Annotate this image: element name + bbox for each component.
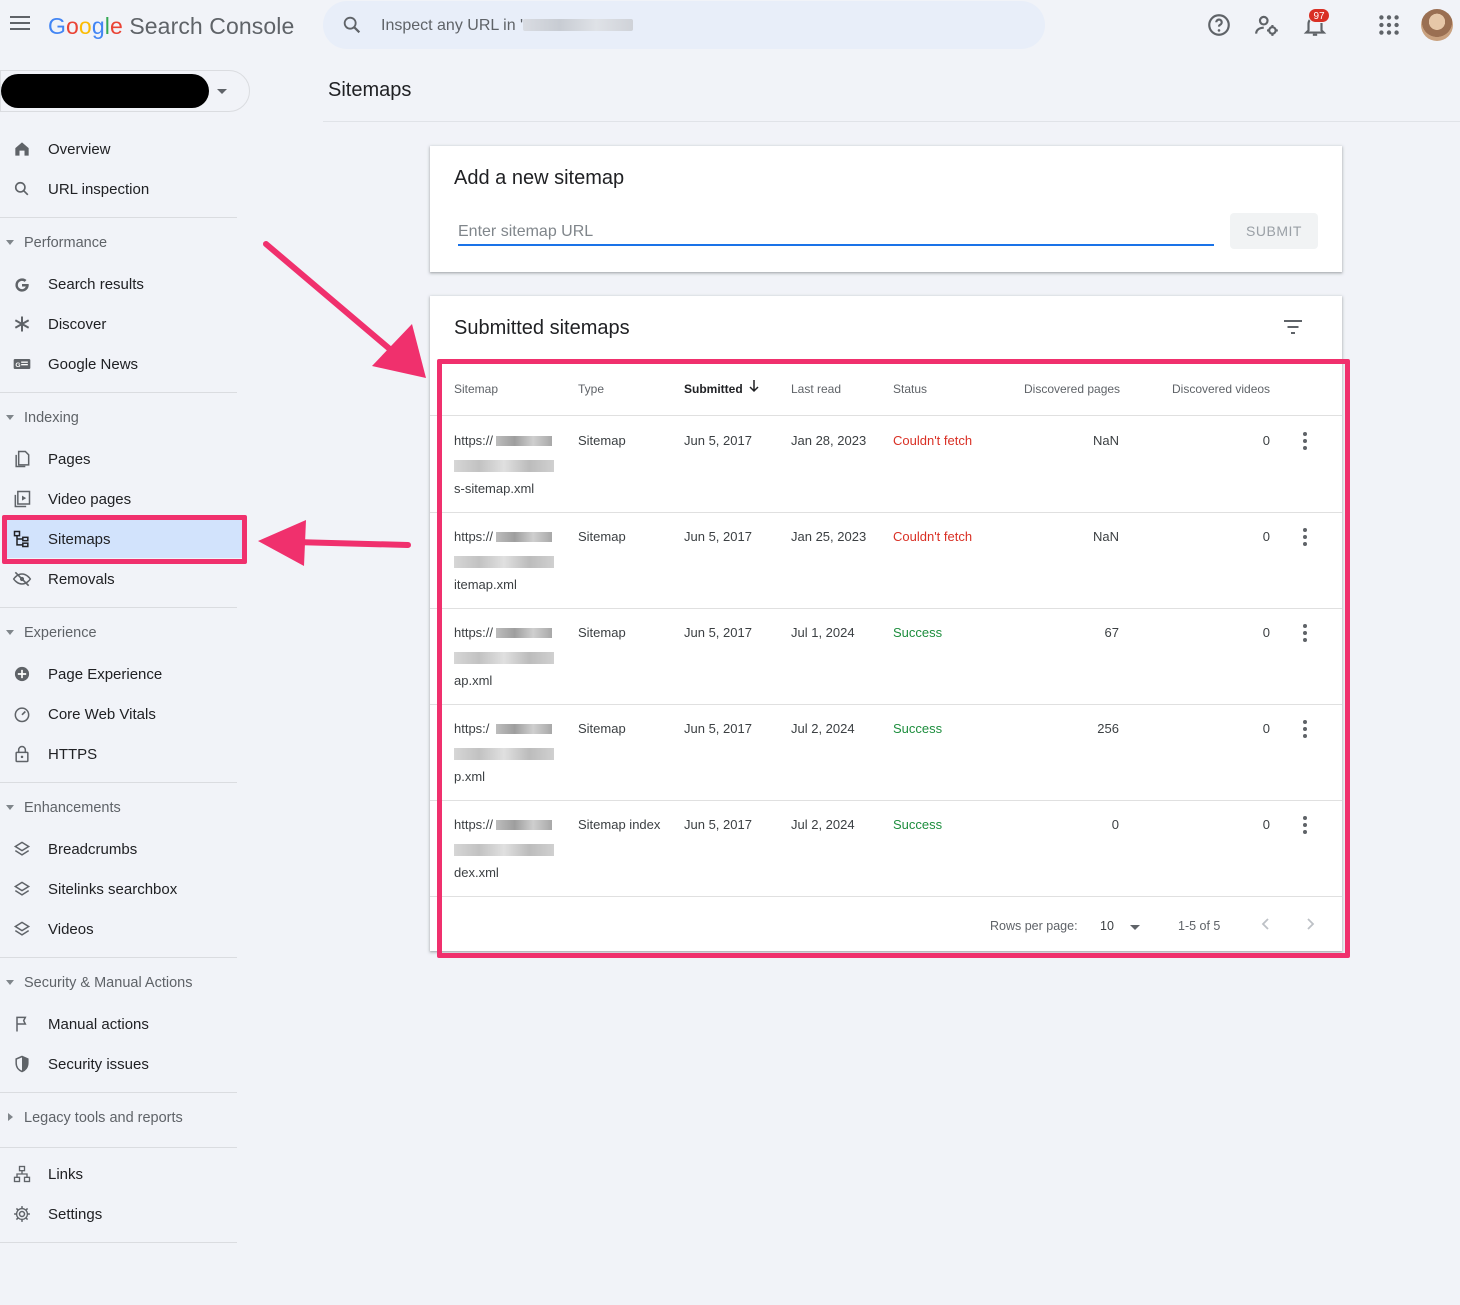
layers-icon [13,881,31,896]
video-page-icon [14,490,31,508]
gear-icon [14,1206,30,1222]
network-icon [13,1165,31,1183]
add-sitemap-title: Add a new sitemap [454,167,625,189]
nav-item-google-news[interactable]: G Google News [0,344,240,384]
section-legacy-tools[interactable]: Legacy tools and reports [0,1104,240,1134]
user-settings-icon[interactable] [1254,12,1280,38]
nav-item-manual-actions[interactable]: Manual actions [0,1004,240,1044]
layers-icon [13,841,31,856]
svg-text:G: G [15,362,20,369]
eye-off-icon [12,571,32,587]
home-icon [15,142,29,156]
divider [0,392,237,393]
page-title: Sitemaps [328,79,412,101]
section-experience[interactable]: Experience [0,619,240,649]
divider [0,607,237,608]
annotation-arrow-to-sitemaps [258,520,411,566]
search-console-logo[interactable]: Google Search Console [48,13,294,40]
divider [0,1092,237,1093]
annotation-highlight-table [437,359,1350,958]
submitted-sitemaps-title: Submitted sitemaps [454,317,630,339]
google-g-icon [15,278,29,292]
sitemap-url-input[interactable] [458,220,1214,246]
divider [0,782,237,783]
chevron-down-icon [6,805,14,810]
section-indexing[interactable]: Indexing [0,404,240,434]
nav-item-settings[interactable]: Settings [0,1194,240,1234]
chevron-down-icon [6,980,14,985]
redacted-property-name [523,19,633,31]
search-placeholder: Inspect any URL in ' [381,17,524,34]
flag-icon [16,1016,27,1032]
nav-item-removals[interactable]: Removals [0,559,240,599]
nav-item-url-inspection[interactable]: URL inspection [0,169,240,209]
submit-button[interactable]: SUBMIT [1230,213,1318,249]
nav-item-discover[interactable]: Discover [0,304,240,344]
news-icon: G [13,359,31,369]
hamburger-menu-icon[interactable] [8,12,32,36]
nav-item-pages[interactable]: Pages [0,439,240,479]
section-performance[interactable]: Performance [0,229,240,259]
nav-item-https[interactable]: HTTPS [0,734,240,774]
nav-item-breadcrumbs[interactable]: Breadcrumbs [0,829,240,869]
apps-grid-icon[interactable] [1376,12,1402,38]
chevron-down-icon [217,89,227,94]
divider [0,957,237,958]
nav-item-overview[interactable]: Overview [0,129,240,169]
nav-item-search-results[interactable]: Search results [0,264,240,304]
nav-item-links[interactable]: Links [0,1154,240,1194]
chevron-right-icon [8,1113,13,1121]
shield-icon [15,1055,29,1073]
nav-item-page-experience[interactable]: Page Experience [0,654,240,694]
redacted-property [1,74,209,108]
lock-icon [15,745,29,763]
pages-icon [15,450,30,468]
property-selector[interactable] [0,70,250,112]
search-icon [14,181,29,196]
search-icon [343,16,361,34]
account-avatar[interactable] [1421,9,1453,41]
add-sitemap-card: Add a new sitemap SUBMIT [430,146,1342,272]
notification-count-badge: 97 [1308,8,1330,23]
nav-item-security-issues[interactable]: Security issues [0,1044,240,1084]
annotation-arrow-to-table [263,241,426,378]
divider [323,121,1460,122]
plus-circle-icon [14,666,30,682]
section-enhancements[interactable]: Enhancements [0,794,240,824]
layers-icon [13,921,31,936]
section-security-manual-actions[interactable]: Security & Manual Actions [0,969,240,999]
nav-item-sitelinks-searchbox[interactable]: Sitelinks searchbox [0,869,240,909]
top-bar: Google Search Console Inspect any URL in… [0,0,1460,52]
annotation-highlight-sitemaps [2,515,247,564]
help-icon[interactable] [1206,12,1232,38]
nav-item-videos[interactable]: Videos [0,909,240,949]
nav-item-core-web-vitals[interactable]: Core Web Vitals [0,694,240,734]
speed-gauge-icon [14,707,30,723]
nav-item-video-pages[interactable]: Video pages [0,479,240,519]
chevron-down-icon [6,240,14,245]
chevron-down-icon [6,630,14,635]
url-inspection-search-bar[interactable]: Inspect any URL in ' [323,1,1045,49]
asterisk-icon [14,316,30,332]
divider [0,1147,237,1148]
divider [0,1242,237,1243]
filter-icon[interactable] [1282,318,1304,336]
chevron-down-icon [6,415,14,420]
divider [0,217,237,218]
